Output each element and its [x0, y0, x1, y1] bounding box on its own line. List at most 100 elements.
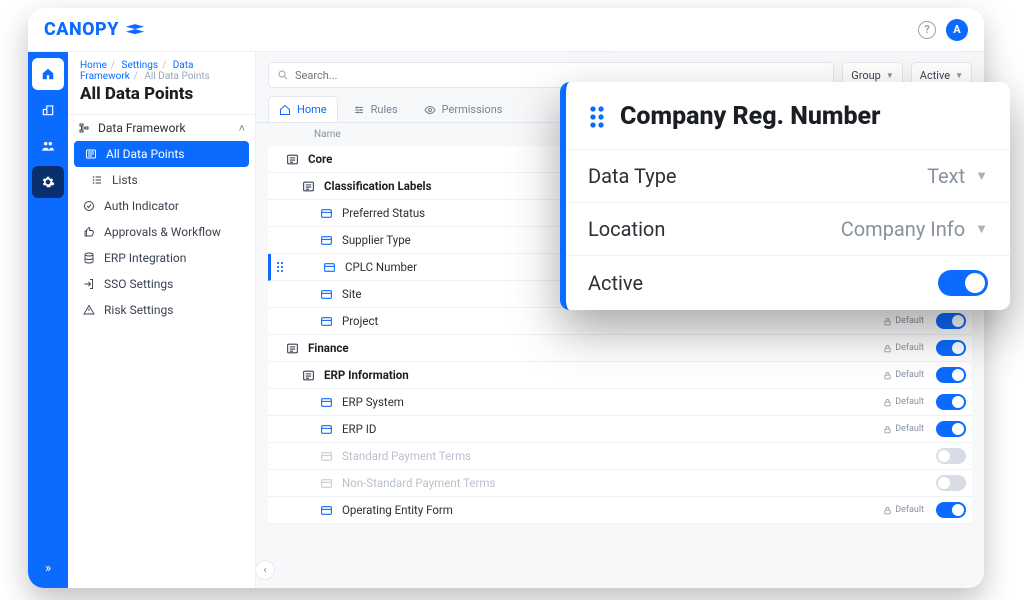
search-input[interactable]: [295, 69, 825, 82]
tab-label: Rules: [371, 103, 398, 116]
tab-label: Home: [297, 103, 327, 116]
row-active-toggle[interactable]: [936, 340, 966, 356]
crumb-settings[interactable]: Settings: [122, 60, 159, 71]
sidebar-item-risk-settings[interactable]: Risk Settings: [68, 297, 255, 323]
sidebar-group-data-framework[interactable]: Data Framework ˄: [68, 114, 255, 141]
table-row[interactable]: ProjectDefault: [268, 308, 972, 335]
sidebar-item-label: Auth Indicator: [104, 199, 179, 213]
check-circle-icon: [82, 200, 96, 212]
active-toggle[interactable]: [938, 270, 988, 296]
field-icon: [320, 504, 342, 517]
brand-logo: CANOPY: [44, 19, 145, 40]
default-badge: Default: [883, 424, 924, 434]
section-icon: [302, 369, 324, 382]
field-icon: [323, 261, 345, 274]
drag-grip-icon[interactable]: [271, 261, 289, 273]
field-icon: [320, 288, 342, 301]
table-row[interactable]: Standard Payment Terms: [268, 443, 972, 470]
crumb-current: All Data Points: [144, 71, 209, 82]
card-row-location: Location Company Info ▼: [566, 202, 1010, 255]
row-active-toggle[interactable]: [936, 313, 966, 329]
row-label: Finance: [308, 341, 883, 355]
sliders-icon: [353, 104, 365, 116]
tab-permissions[interactable]: Permissions: [413, 96, 514, 122]
sidebar-item-lists[interactable]: Lists: [68, 167, 255, 193]
sidebar-item-label: All Data Points: [106, 147, 184, 161]
row-active-toggle[interactable]: [936, 394, 966, 410]
chevron-down-icon: ▼: [975, 168, 988, 184]
sidebar-item-label: SSO Settings: [104, 277, 173, 291]
field-icon: [320, 207, 342, 220]
topbar: CANOPY ? A: [28, 8, 984, 52]
avatar-initial: A: [953, 23, 960, 36]
field-icon: [320, 423, 342, 436]
default-badge: Default: [883, 343, 924, 353]
field-icon: [320, 315, 342, 328]
row-label: ERP ID: [342, 422, 883, 436]
tree-icon: [78, 122, 90, 134]
drag-grip-icon[interactable]: [588, 105, 606, 129]
row-active-toggle[interactable]: [936, 421, 966, 437]
section-icon: [286, 153, 308, 166]
crumb-home[interactable]: Home: [80, 60, 107, 71]
search-icon: [277, 69, 289, 81]
default-badge: Default: [883, 505, 924, 515]
sidebar-item-auth-indicator[interactable]: Auth Indicator: [68, 193, 255, 219]
card-value-location[interactable]: Company Info ▼: [841, 217, 988, 241]
table-row[interactable]: ERP SystemDefault: [268, 389, 972, 416]
avatar[interactable]: A: [946, 19, 968, 41]
card-key: Data Type: [588, 164, 677, 188]
sidebar-item-all-data-points[interactable]: All Data Points: [74, 141, 249, 167]
default-badge: Default: [883, 370, 924, 380]
breadcrumb: Home/ Settings/ Data Framework/ All Data…: [68, 52, 255, 84]
rail-settings-icon[interactable]: [32, 166, 64, 198]
sidebar: Home/ Settings/ Data Framework/ All Data…: [68, 52, 256, 588]
card-title: Company Reg. Number: [620, 102, 880, 131]
sidebar-item-label: ERP Integration: [104, 251, 186, 265]
row-label: ERP Information: [324, 368, 883, 382]
help-icon[interactable]: ?: [918, 21, 936, 39]
tab-rules[interactable]: Rules: [342, 96, 409, 122]
row-label: ERP System: [342, 395, 883, 409]
sidebar-item-erp-integration[interactable]: ERP Integration: [68, 245, 255, 271]
card-value-text: Company Info: [841, 217, 965, 241]
row-active-toggle[interactable]: [936, 502, 966, 518]
row-active-toggle[interactable]: [936, 367, 966, 383]
chevron-down-icon: ▼: [975, 221, 988, 237]
tab-home[interactable]: Home: [268, 96, 338, 122]
chevron-down-icon: ▼: [955, 71, 963, 80]
default-badge: Default: [883, 316, 924, 326]
rail-users-icon[interactable]: [32, 130, 64, 162]
table-row[interactable]: Operating Entity FormDefault: [268, 497, 972, 524]
col-name: Name: [314, 129, 341, 140]
home-icon: [279, 104, 291, 116]
eye-icon: [424, 104, 436, 116]
sidebar-item-label: Risk Settings: [104, 303, 173, 317]
row-label: Operating Entity Form: [342, 503, 883, 517]
nav-rail: »: [28, 52, 68, 588]
table-section-row[interactable]: FinanceDefault: [268, 335, 972, 362]
row-active-toggle[interactable]: [936, 448, 966, 464]
page-title: All Data Points: [68, 84, 255, 114]
card-value-data-type[interactable]: Text ▼: [927, 164, 988, 188]
section-icon: [302, 180, 324, 193]
table-row[interactable]: ERP IDDefault: [268, 416, 972, 443]
row-active-toggle[interactable]: [936, 475, 966, 491]
tab-label: Permissions: [442, 103, 503, 116]
rail-collapse-icon[interactable]: »: [45, 561, 51, 576]
warning-icon: [82, 304, 96, 316]
rail-home-icon[interactable]: [32, 58, 64, 90]
card-value-text: Text: [927, 164, 965, 188]
sidebar-item-label: Lists: [112, 173, 138, 187]
brand-text: CANOPY: [44, 19, 119, 40]
table-row[interactable]: Non-Standard Payment Terms: [268, 470, 972, 497]
sidebar-item-approvals-workflow[interactable]: Approvals & Workflow: [68, 219, 255, 245]
section-icon: [286, 342, 308, 355]
card-row-active: Active: [566, 255, 1010, 310]
sidebar-group-label: Data Framework: [98, 121, 186, 135]
collapse-handle-icon[interactable]: ‹: [256, 560, 275, 580]
sidebar-item-sso-settings[interactable]: SSO Settings: [68, 271, 255, 297]
login-icon: [82, 278, 96, 290]
rail-building-icon[interactable]: [32, 94, 64, 126]
table-section-row[interactable]: ERP InformationDefault: [268, 362, 972, 389]
